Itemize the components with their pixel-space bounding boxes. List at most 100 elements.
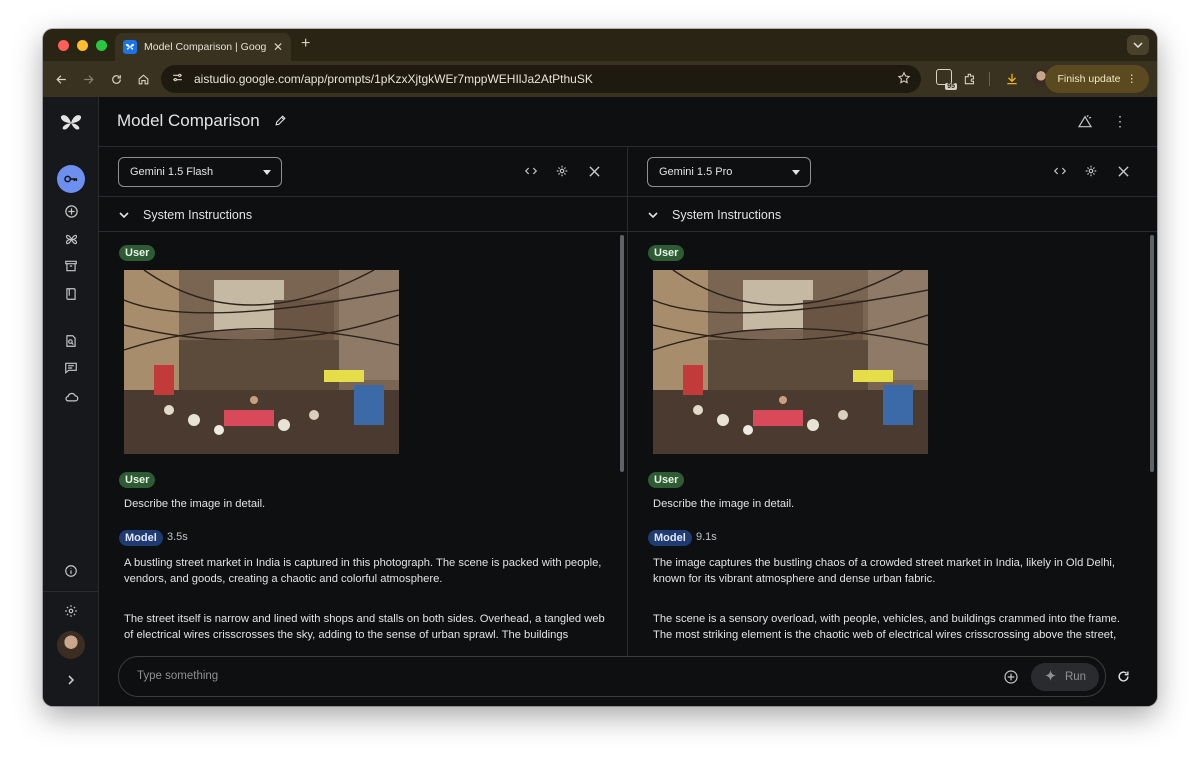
system-instructions-toggle[interactable]: System Instructions bbox=[99, 197, 627, 232]
close-tab-icon[interactable]: ✕ bbox=[273, 40, 283, 54]
left-nav-rail bbox=[43, 97, 99, 706]
model-badge: Model bbox=[119, 530, 163, 546]
chat-icon[interactable] bbox=[57, 354, 85, 382]
extensions-icon[interactable] bbox=[961, 70, 979, 88]
extension-counter-icon[interactable]: 95 bbox=[936, 69, 957, 90]
close-icon[interactable] bbox=[585, 162, 603, 180]
reload-icon[interactable] bbox=[107, 70, 125, 88]
rail-divider bbox=[43, 591, 99, 592]
star-icon[interactable] bbox=[897, 71, 911, 88]
chevron-down-icon bbox=[792, 170, 800, 175]
model-select[interactable]: Gemini 1.5 Pro bbox=[647, 157, 811, 187]
zoom-window-button[interactable] bbox=[96, 40, 107, 51]
download-icon[interactable] bbox=[1003, 70, 1021, 88]
conversation: User User Describe the image in detail. … bbox=[628, 232, 1157, 657]
gallery-icon[interactable] bbox=[57, 225, 85, 253]
finish-update-label: Finish update bbox=[1057, 73, 1121, 85]
main-area: Model Comparison ⋮ Gemini 1.5 Flash Syst… bbox=[99, 97, 1157, 706]
response-paragraph: A bustling street market in India is cap… bbox=[124, 557, 602, 585]
user-prompt: Describe the image in detail. bbox=[653, 498, 795, 510]
expand-icon[interactable] bbox=[57, 666, 85, 694]
model-select-value: Gemini 1.5 Flash bbox=[130, 166, 214, 178]
ai-studio-favicon-icon bbox=[123, 40, 137, 54]
system-instructions-toggle[interactable]: System Instructions bbox=[628, 197, 1157, 232]
model-select[interactable]: Gemini 1.5 Flash bbox=[118, 157, 282, 187]
forward-icon[interactable] bbox=[79, 70, 97, 88]
gear-icon[interactable] bbox=[1082, 162, 1100, 180]
response-paragraph: The street itself is narrow and lined wi… bbox=[124, 613, 605, 641]
tab-title: Model Comparison | Google AI Studio bbox=[144, 41, 266, 53]
ai-studio-app: Model Comparison ⋮ Gemini 1.5 Flash Syst… bbox=[43, 97, 1157, 706]
model-badge: Model bbox=[648, 530, 692, 546]
prompt-input[interactable]: Type something Run bbox=[118, 656, 1106, 697]
prompt-placeholder: Type something bbox=[137, 670, 219, 682]
user-prompt: Describe the image in detail. bbox=[124, 498, 266, 510]
get-api-key-button[interactable] bbox=[57, 165, 85, 193]
browser-window: Model Comparison | Google AI Studio ✕ + … bbox=[43, 29, 1157, 706]
new-tab-button[interactable]: + bbox=[301, 35, 310, 53]
code-icon[interactable] bbox=[1051, 162, 1069, 180]
finish-update-button[interactable]: Finish update ⋮ bbox=[1045, 65, 1149, 93]
user-avatar[interactable] bbox=[57, 631, 85, 659]
user-badge: User bbox=[648, 245, 685, 261]
system-instructions-label: System Instructions bbox=[143, 208, 253, 222]
code-icon[interactable] bbox=[522, 162, 540, 180]
scrollbar[interactable] bbox=[1150, 235, 1154, 472]
address-bar[interactable]: aistudio.google.com/app/prompts/1pKzxXjt… bbox=[161, 65, 921, 93]
chevron-down-icon bbox=[1133, 42, 1143, 48]
pane-toolbar: Gemini 1.5 Flash bbox=[99, 147, 627, 197]
user-badge: User bbox=[119, 245, 156, 261]
book-icon[interactable] bbox=[57, 280, 85, 308]
add-circle-icon[interactable] bbox=[57, 197, 85, 225]
response-paragraph: The scene is a sensory overload, with pe… bbox=[653, 613, 1121, 641]
market-photo[interactable] bbox=[653, 270, 928, 454]
pane-toolbar: Gemini 1.5 Pro bbox=[628, 147, 1157, 197]
info-icon[interactable] bbox=[57, 557, 85, 585]
user-badge: User bbox=[119, 472, 156, 488]
response-time: 3.5s bbox=[167, 531, 188, 543]
browser-toolbar: aistudio.google.com/app/prompts/1pKzxXjt… bbox=[43, 61, 1157, 97]
run-button[interactable]: Run bbox=[1031, 663, 1099, 691]
conversation: User User Describe the image in detail. … bbox=[99, 232, 627, 657]
chevron-down-icon bbox=[119, 208, 129, 222]
back-icon[interactable] bbox=[52, 70, 70, 88]
minimize-window-button[interactable] bbox=[77, 40, 88, 51]
tab-strip: Model Comparison | Google AI Studio ✕ + bbox=[43, 29, 1157, 61]
browser-tab[interactable]: Model Comparison | Google AI Studio ✕ bbox=[115, 33, 291, 61]
compare-pane-right: Gemini 1.5 Pro System Instructions User … bbox=[628, 147, 1157, 657]
library-icon[interactable] bbox=[57, 252, 85, 280]
edit-pencil-icon[interactable] bbox=[274, 112, 287, 132]
settings-icon[interactable] bbox=[57, 597, 85, 625]
sparkle-icon bbox=[1044, 669, 1057, 685]
model-select-value: Gemini 1.5 Pro bbox=[659, 166, 733, 178]
more-icon: ⋮ bbox=[1126, 73, 1138, 85]
more-icon[interactable]: ⋮ bbox=[1113, 113, 1127, 130]
compare-pane-left: Gemini 1.5 Flash System Instructions Use… bbox=[99, 147, 628, 657]
doc-search-icon[interactable] bbox=[57, 327, 85, 355]
chevron-down-icon bbox=[648, 208, 658, 222]
page-header: Model Comparison ⋮ bbox=[99, 97, 1157, 147]
chevron-down-icon bbox=[263, 170, 271, 175]
close-window-button[interactable] bbox=[58, 40, 69, 51]
home-icon[interactable] bbox=[134, 70, 152, 88]
tab-search-button[interactable] bbox=[1127, 35, 1149, 55]
market-photo[interactable] bbox=[124, 270, 399, 454]
cloud-icon[interactable] bbox=[57, 382, 85, 410]
close-icon[interactable] bbox=[1114, 162, 1132, 180]
response-time: 9.1s bbox=[696, 531, 717, 543]
page-title-text: Model Comparison bbox=[117, 111, 260, 130]
ai-studio-logo-icon[interactable] bbox=[57, 109, 85, 137]
window-controls bbox=[58, 40, 107, 51]
gear-icon[interactable] bbox=[553, 162, 571, 180]
site-info-icon[interactable] bbox=[171, 71, 184, 87]
toolbar-divider bbox=[989, 72, 990, 86]
extension-badge: 95 bbox=[945, 83, 957, 90]
refresh-icon[interactable] bbox=[1116, 669, 1131, 689]
url-text: aistudio.google.com/app/prompts/1pKzxXjt… bbox=[194, 72, 593, 86]
response-paragraph: The image captures the bustling chaos of… bbox=[653, 557, 1116, 585]
user-badge: User bbox=[648, 472, 685, 488]
scrollbar[interactable] bbox=[620, 235, 624, 472]
compare-icon[interactable] bbox=[1077, 114, 1093, 135]
key-icon bbox=[64, 175, 78, 183]
add-media-icon[interactable] bbox=[1003, 669, 1019, 690]
